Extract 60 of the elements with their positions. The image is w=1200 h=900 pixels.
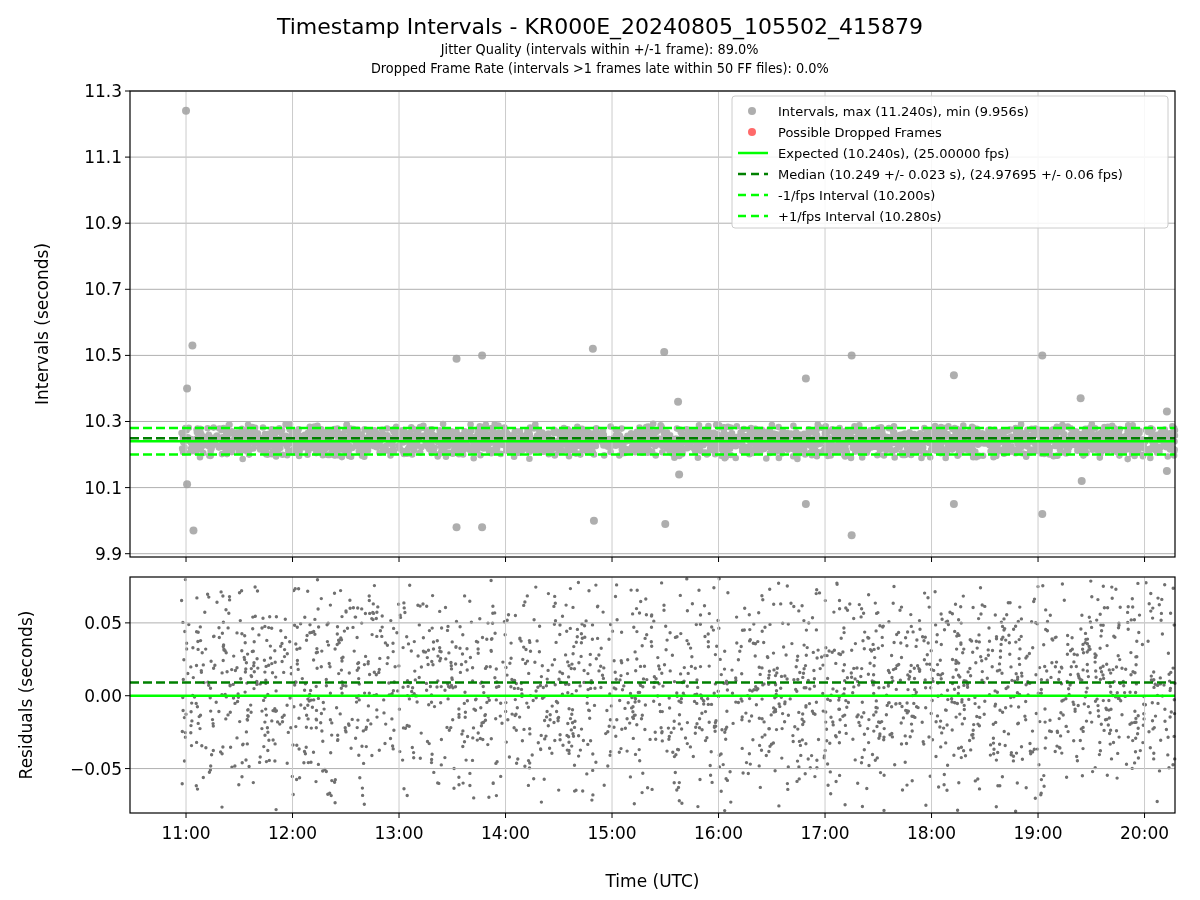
data-point — [182, 106, 190, 115]
chart-subtitle: Dropped Frame Rate (intervals >1 frames late within 50 FF files): 0.0% — [371, 59, 829, 78]
data-point — [949, 371, 958, 380]
data-point — [189, 526, 198, 535]
legend-label: Intervals, max (11.240s), min (9.956s) — [778, 104, 1029, 119]
x-tick-label: 16:00 — [694, 823, 744, 843]
y-tick-label: 9.9 — [94, 543, 122, 564]
y-tick-label: 10.1 — [84, 477, 122, 498]
y-tick-label: 10.7 — [84, 279, 122, 300]
data-point — [589, 516, 598, 525]
x-tick-label: 11:00 — [161, 823, 211, 843]
data-point — [661, 519, 670, 528]
data-point — [1038, 510, 1047, 519]
data-point — [1077, 477, 1086, 485]
data-point — [847, 351, 856, 360]
x-tick-label: 12:00 — [268, 823, 317, 843]
data-point — [674, 397, 683, 406]
data-point — [478, 351, 487, 360]
data-point — [801, 374, 810, 383]
data-point — [1038, 351, 1047, 360]
data-point — [183, 384, 192, 393]
data-point — [452, 354, 461, 363]
data-point — [1162, 407, 1171, 416]
legend-label: Possible Dropped Frames — [778, 125, 942, 140]
y-tick-label: 10.5 — [84, 345, 122, 366]
y-tick-label: 10.3 — [84, 411, 122, 432]
data-point — [949, 500, 958, 509]
chart-title: Timestamp Intervals - KR000E_20240805_105502_415879 — [277, 14, 923, 40]
x-tick-label: 17:00 — [800, 823, 850, 843]
data-point — [801, 500, 810, 509]
data-point — [1076, 394, 1085, 403]
x-tick-label: 15:00 — [587, 823, 637, 843]
y-tick-label: 11.3 — [84, 81, 122, 101]
data-point — [847, 531, 856, 540]
y-tick-label: 10.9 — [84, 213, 122, 234]
y-tick-label: −0.05 — [69, 758, 122, 779]
x-tick-label: 20:00 — [1120, 823, 1170, 843]
x-tick-label: 18:00 — [907, 823, 957, 843]
x-tick-label: 19:00 — [1013, 823, 1063, 843]
x-tick-label: 13:00 — [374, 823, 424, 843]
y-axis-label: Intervals (seconds) — [32, 242, 52, 406]
legend-label: Median (10.249 +/- 0.023 s), (24.97695 +/- 0.06 fps) — [778, 167, 1123, 182]
data-point — [660, 348, 669, 357]
x-tick-label: 14:00 — [481, 823, 531, 843]
legend-label: -1/fps Interval (10.200s) — [778, 188, 936, 203]
data-point — [588, 344, 597, 353]
y-tick-label: 0.00 — [84, 685, 122, 706]
x-axis-label: Time (UTC) — [605, 870, 700, 892]
y-tick-label: 11.1 — [84, 147, 122, 168]
legend-label: Expected (10.240s), (25.00000 fps) — [778, 146, 1010, 161]
legend-label: +1/fps Interval (10.280s) — [778, 209, 942, 224]
data-point — [675, 470, 684, 479]
data-point — [1162, 467, 1171, 476]
data-point — [478, 523, 487, 532]
data-point — [452, 523, 461, 532]
y-axis-label: Residuals (seconds) — [16, 610, 36, 780]
chart-subtitle: Jitter Quality (intervals within +/-1 frame): 89.0% — [441, 40, 759, 59]
data-point — [183, 480, 192, 489]
y-tick-label: 0.05 — [84, 612, 122, 633]
data-point — [188, 341, 197, 350]
